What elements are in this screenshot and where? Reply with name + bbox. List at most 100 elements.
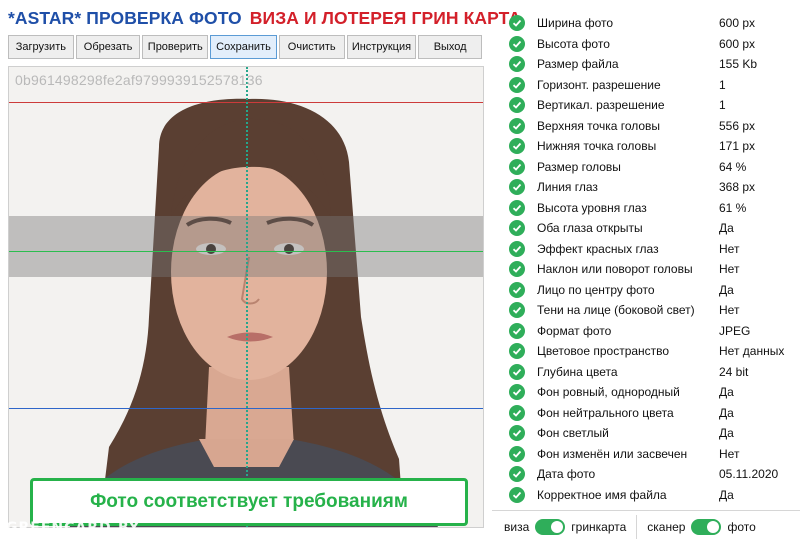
check-value: 155 Kb: [719, 57, 758, 71]
check-row: Фон нейтрального цвета Да: [500, 403, 800, 424]
scanner-photo-switch[interactable]: [691, 518, 722, 535]
check-row: Линия глаз 368 px: [500, 177, 800, 198]
check-label: Вертикал. разрешение: [537, 98, 665, 112]
app-title-left: *ASTAR* ПРОВЕРКА ФОТО: [8, 8, 242, 28]
check-button[interactable]: Проверить: [142, 35, 209, 59]
photo-label: фото: [727, 519, 756, 534]
check-row: Наклон или поворот головы Нет: [500, 259, 800, 280]
check-icon: [509, 261, 525, 278]
check-label: Фон нейтрального цвета: [537, 405, 674, 420]
mode-toggles: виза гринкарта сканер фото: [492, 510, 800, 542]
check-label: Верхняя точка головы: [537, 118, 661, 133]
check-row: Размер файла 155 Kb: [500, 54, 800, 75]
check-value: 61 %: [719, 200, 747, 215]
check-row: Фон светлый Да: [500, 423, 800, 444]
result-banner: Фото соответствует требованиям: [30, 478, 468, 526]
check-icon: [509, 343, 525, 360]
check-row: Тени на лице (боковой свет) Нет: [500, 300, 800, 321]
check-value: Да: [719, 282, 734, 297]
check-value: Нет данных: [719, 344, 785, 358]
check-row: Корректное имя файла Да: [500, 485, 800, 506]
check-label: Нижняя точка головы: [537, 139, 657, 153]
check-icon: [509, 35, 525, 52]
check-label: Размер головы: [537, 159, 621, 174]
load-button[interactable]: Загрузить: [8, 35, 74, 59]
check-row: Оба глаза открыты Да: [500, 218, 800, 239]
check-row: Ширина фото 600 px: [500, 13, 800, 34]
check-value: 171 px: [719, 139, 756, 153]
check-label: Корректное имя файла: [537, 487, 667, 502]
check-row: Высота фото 600 px: [500, 34, 800, 55]
check-value: 24 bit: [719, 364, 749, 379]
crop-button[interactable]: Обрезать: [75, 35, 141, 59]
visa-greencard-toggle-group: виза гринкарта: [504, 518, 626, 535]
check-label: Формат фото: [537, 323, 612, 338]
check-label: Размер файла: [537, 57, 619, 71]
photo-preview: 0b961498298fe2af9799939152578136 Фото со…: [8, 66, 484, 528]
check-label: Оба глаза открыты: [537, 221, 643, 235]
check-value: 05.11.2020: [719, 467, 779, 481]
save-button[interactable]: Сохранить: [210, 35, 277, 59]
check-row: Нижняя точка головы 171 px: [500, 136, 800, 157]
exit-button[interactable]: Выход: [418, 35, 483, 59]
check-icon: [509, 445, 525, 462]
check-value: Да: [719, 426, 734, 440]
visa-greencard-switch[interactable]: [535, 518, 566, 535]
clear-button[interactable]: Очистить: [278, 35, 345, 59]
check-row: Фон изменён или засвечен Нет: [500, 444, 800, 465]
check-icon: [509, 138, 525, 155]
app-header: *ASTAR* ПРОВЕРКА ФОТО ВИЗА И ЛОТЕРЕЯ ГРИН…: [8, 8, 521, 32]
check-icon: [509, 425, 525, 442]
checks-list: Ширина фото 600 px Высота фото 600 px Разм…: [500, 6, 800, 514]
check-label: Фон ровный, однородный: [537, 385, 680, 399]
check-value: 556 px: [719, 118, 756, 133]
check-value: JPEG: [719, 323, 751, 338]
check-value: Нет: [719, 241, 740, 256]
check-value: Нет: [719, 262, 740, 276]
check-icon: [509, 322, 525, 339]
check-label: Высота фото: [537, 36, 610, 51]
check-value: Да: [719, 385, 734, 399]
check-label: Линия глаз: [537, 180, 598, 194]
check-icon: [509, 466, 525, 483]
check-value: Да: [719, 487, 734, 502]
check-icon: [509, 179, 525, 196]
check-value: Да: [719, 221, 734, 235]
check-label: Лицо по центру фото: [537, 282, 655, 297]
check-label: Ширина фото: [537, 16, 614, 30]
scanner-photo-toggle-group: сканер фото: [647, 518, 756, 535]
check-row: Цветовое пространство Нет данных: [500, 341, 800, 362]
instructions-button[interactable]: Инструкция: [346, 35, 417, 59]
check-icon: [509, 240, 525, 257]
check-value: 64 %: [719, 159, 747, 174]
check-value: 1: [719, 98, 726, 112]
check-row: Формат фото JPEG: [500, 321, 800, 342]
toggle-divider: [636, 514, 638, 539]
check-row: Высота уровня глаз 61 %: [500, 198, 800, 219]
check-icon: [509, 384, 525, 401]
check-label: Дата фото: [537, 467, 596, 481]
check-icon: [509, 158, 525, 175]
check-value: 1: [719, 77, 726, 92]
toolbar: Загрузить Обрезать Проверить Сохранить О…: [8, 35, 484, 61]
visa-label: виза: [504, 519, 530, 534]
check-row: Горизонт. разрешение 1: [500, 75, 800, 96]
check-label: Эффект красных глаз: [537, 241, 659, 256]
scanner-label: сканер: [647, 519, 686, 534]
check-row: Вертикал. разрешение 1: [500, 95, 800, 116]
check-icon: [509, 117, 525, 134]
check-row: Лицо по центру фото Да: [500, 280, 800, 301]
check-icon: [509, 302, 525, 319]
check-icon: [509, 76, 525, 93]
check-icon: [509, 15, 525, 32]
center-guide-line: [246, 67, 248, 527]
check-value: Нет: [719, 446, 740, 461]
check-value: 600 px: [719, 16, 756, 30]
check-value: Нет: [719, 303, 740, 317]
check-icon: [509, 56, 525, 73]
check-label: Фон светлый: [537, 426, 609, 440]
check-row: Глубина цвета 24 bit: [500, 362, 800, 383]
photo-hash-id: 0b961498298fe2af9799939152578136: [15, 72, 263, 88]
check-value: Да: [719, 405, 734, 420]
check-row: Эффект красных глаз Нет: [500, 239, 800, 260]
